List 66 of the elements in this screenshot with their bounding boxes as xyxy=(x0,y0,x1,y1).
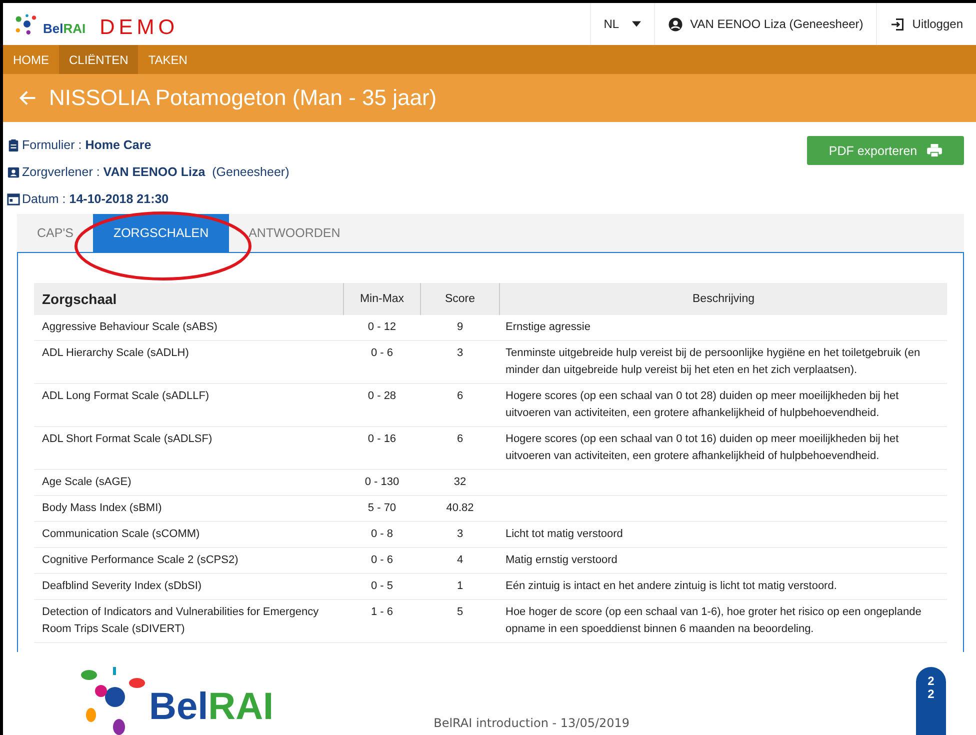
calendar-icon xyxy=(7,192,20,206)
environment-label: DEMO xyxy=(100,16,179,40)
brand-logo-text: BelRAI xyxy=(149,686,274,728)
page-title: NISSOLIA Potamogeton (Man - 35 jaar) xyxy=(49,85,437,111)
table-cell: 9 xyxy=(456,321,464,333)
table-cell: 0 - 6 xyxy=(370,347,393,359)
table-cell: 0 - 6 xyxy=(370,554,393,566)
table-cell: 6 xyxy=(456,433,464,445)
table-cell: Age Scale (sAGE) xyxy=(42,476,132,488)
table-cell: 0 - 28 xyxy=(368,390,396,402)
column-header: Score xyxy=(444,293,476,305)
tab[interactable]: ANTWOORDEN xyxy=(228,214,360,252)
user-icon xyxy=(668,16,684,32)
caret-icon xyxy=(632,21,642,27)
column-header: Beschrijving xyxy=(692,293,754,305)
table-cell: Hogere scores (op een schaal van 0 tot 16) duiden op meer moeilijkheden bij het uitvoeren van activiteiten, een grotere afhankelijkheid of hulpbehoevendheid. xyxy=(506,433,899,462)
table-cell: 0 - 130 xyxy=(364,476,400,488)
id-badge-icon xyxy=(7,164,20,178)
nav-item[interactable]: TAKEN xyxy=(138,45,198,74)
logout-icon xyxy=(890,16,906,32)
tab[interactable]: ZORGSCHALEN xyxy=(93,214,229,252)
table-cell: Eén zintuig is intact en het andere zintuig is licht tot matig verstoord. xyxy=(506,580,837,592)
table-cell: Tenminste uitgebreide hulp vereist bij de persoonlijke hygiëne en het toiletgebruik (en minder dan uitgebreide hulp vereist bij het eten en het zich verplaatsen). xyxy=(506,347,920,376)
table-cell: 6 xyxy=(456,390,464,402)
table-cell: Hogere scores (op een schaal van 0 tot 28) duiden op meer moeilijkheden bij het uitvoeren van activiteiten, een grotere afhankelijkheid of hulpbehoevendheid. xyxy=(506,390,899,419)
table-cell: Aggressive Behaviour Scale (sABS) xyxy=(42,321,218,333)
printer-icon xyxy=(927,144,942,157)
table-cell: 5 - 70 xyxy=(368,502,396,514)
back-arrow-icon[interactable] xyxy=(19,89,37,107)
table-cell: 0 - 5 xyxy=(370,580,393,592)
table-cell: 0 - 16 xyxy=(368,433,396,445)
column-header: Min-Max xyxy=(360,293,404,305)
table-cell: ADL Hierarchy Scale (sADLH) xyxy=(42,347,189,359)
table-cell: 5 xyxy=(456,606,464,618)
table-cell: Deafblind Severity Index (sDbSI) xyxy=(42,580,202,592)
info-text: Formulier : Home Care xyxy=(22,138,152,152)
nav-item[interactable]: HOME xyxy=(3,45,59,74)
table-cell: Matig ernstig verstoord xyxy=(506,554,618,566)
table-cell: Detection of Indicators and Vulnerabilities for Emergency Room Trips Scale (sDIVERT) xyxy=(42,606,319,635)
pdf-export-button[interactable]: PDF exporteren xyxy=(807,136,964,165)
brand-logo-text: BelRAI xyxy=(43,20,86,36)
info-text: Datum : 14-10-2018 21:30 xyxy=(22,192,169,206)
table-cell: ADL Short Format Scale (sADLSF) xyxy=(42,433,212,445)
table-cell: 3 xyxy=(456,347,464,359)
column-header: Zorgschaal xyxy=(42,291,117,307)
table-cell: Licht tot matig verstoord xyxy=(506,528,623,540)
page-number: 22 xyxy=(928,675,934,701)
info-text: Zorgverlener : VAN EENOO Liza (Geneesheer) xyxy=(22,164,290,178)
table-cell: Communication Scale (sCOMM) xyxy=(42,528,200,540)
table-cell: Body Mass Index (sBMI) xyxy=(42,502,162,514)
table-cell: 1 - 6 xyxy=(370,606,393,618)
table-cell: 0 - 8 xyxy=(370,528,393,540)
tab[interactable]: CAP'S xyxy=(17,214,94,252)
table-cell: 1 xyxy=(456,580,464,592)
table-cell: Hoe hoger de score (op een schaal van 1-6), hoe groter het risico op een ongeplande opname in een spoeddienst binnen 6 maanden na beoordeling. xyxy=(506,606,922,635)
table-cell: 32 xyxy=(454,476,466,488)
table-cell: ADL Long Format Scale (sADLLF) xyxy=(42,390,210,402)
table-cell: 40.82 xyxy=(446,502,474,514)
table-cell: Cognitive Performance Scale 2 (sCPS2) xyxy=(42,554,238,566)
table-cell: Ernstige agressie xyxy=(506,321,590,333)
nav-item[interactable]: CLIËNTEN xyxy=(59,45,138,74)
slide-caption: BelRAI introduction - 13/05/2019 xyxy=(434,716,630,730)
table-cell: 3 xyxy=(456,528,464,540)
table-cell: 0 - 12 xyxy=(368,321,396,333)
clipboard-icon xyxy=(7,138,20,152)
table-cell: 4 xyxy=(456,554,464,566)
